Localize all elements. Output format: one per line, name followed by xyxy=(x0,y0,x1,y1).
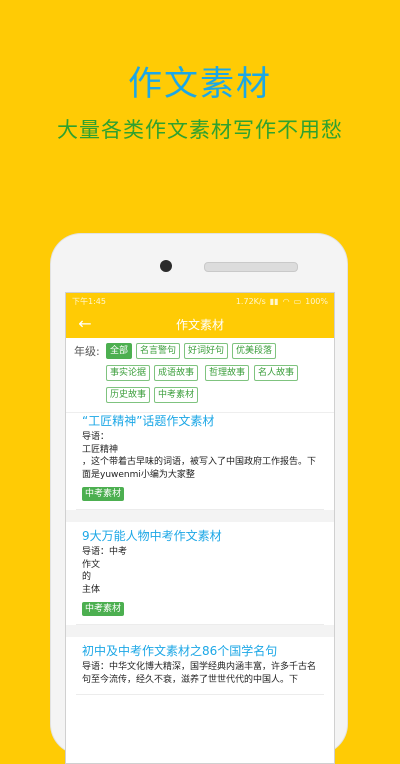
promo-subline: 大量各类作文素材写作不用愁 xyxy=(57,118,343,142)
grade-label: 年级: xyxy=(74,345,100,358)
article-summary: 导语：中考 作文 的 主体 xyxy=(82,547,128,595)
list-item[interactable]: 9大万能人物中考作文素材 导语：中考 作文 的 主体 中考素材 xyxy=(76,522,324,625)
speaker-grille xyxy=(204,262,298,272)
grade-filter: 年级: 全部 名言警句 好词好句 优美段落 事实论据 成语故事 哲理故事 名人故… xyxy=(66,338,334,413)
signal-icon: ▮▮ xyxy=(269,297,279,306)
wifi-icon: ◠ xyxy=(282,297,290,306)
battery-level: 100% xyxy=(305,297,328,306)
chip-history[interactable]: 历史故事 xyxy=(106,387,151,403)
article-list: “工匠精神”话题作文素材 导语： 工匠精神 ，这个带着古早味的词语，被写入了中国… xyxy=(66,407,334,695)
phone-frame: 下午1:45 1.72K/s ▮▮ ◠ ▭ 100% ← 作文素材 年级: 全部… xyxy=(51,234,347,764)
article-tag: 中考素材 xyxy=(82,602,125,616)
chip-philosophy[interactable]: 哲理故事 xyxy=(205,365,250,381)
article-title[interactable]: 初中及中考作文素材之86个国学名句 xyxy=(82,643,318,659)
camera-icon xyxy=(160,260,172,272)
article-title[interactable]: “工匠精神”话题作文素材 xyxy=(82,413,318,429)
app-bar: ← 作文素材 xyxy=(66,310,334,338)
page-title: 作文素材 xyxy=(175,317,224,332)
status-bar: 下午1:45 1.72K/s ▮▮ ◠ ▭ 100% xyxy=(66,293,334,310)
divider xyxy=(66,625,334,637)
divider xyxy=(66,510,334,522)
chip-idioms[interactable]: 成语故事 xyxy=(154,365,199,381)
chip-all[interactable]: 全部 xyxy=(106,343,133,359)
network-speed: 1.72K/s xyxy=(235,297,266,306)
status-right: 1.72K/s ▮▮ ◠ ▭ 100% xyxy=(236,297,328,306)
chip-quotes[interactable]: 名言警句 xyxy=(136,343,181,359)
list-item[interactable]: “工匠精神”话题作文素材 导语： 工匠精神 ，这个带着古早味的词语，被写入了中国… xyxy=(76,407,324,510)
promo-headline: 作文素材 xyxy=(128,64,272,104)
arrow-left-icon[interactable]: ← xyxy=(76,315,94,333)
article-title[interactable]: 9大万能人物中考作文素材 xyxy=(82,528,318,544)
article-tag: 中考素材 xyxy=(82,487,125,501)
chip-good-words[interactable]: 好词好句 xyxy=(184,343,229,359)
chip-exam[interactable]: 中考素材 xyxy=(154,387,199,403)
phone-screen: 下午1:45 1.72K/s ▮▮ ◠ ▭ 100% ← 作文素材 年级: 全部… xyxy=(65,292,335,764)
article-summary: 导语：中华文化博大精深，国学经典内涵丰富，许多千古名句至今流传，经久不衰，滋养了… xyxy=(82,662,317,685)
status-time: 下午1:45 xyxy=(72,297,106,306)
chip-facts[interactable]: 事实论据 xyxy=(106,365,151,381)
battery-icon: ▭ xyxy=(293,297,302,306)
chip-paragraphs[interactable]: 优美段落 xyxy=(232,343,277,359)
chip-celebrities[interactable]: 名人故事 xyxy=(254,365,299,381)
article-summary: 导语： 工匠精神 ，这个带着古早味的词语，被写入了中国政府工作报告。下面是yuw… xyxy=(82,432,317,480)
list-item[interactable]: 初中及中考作文素材之86个国学名句 导语：中华文化博大精深，国学经典内涵丰富，许… xyxy=(76,637,324,695)
